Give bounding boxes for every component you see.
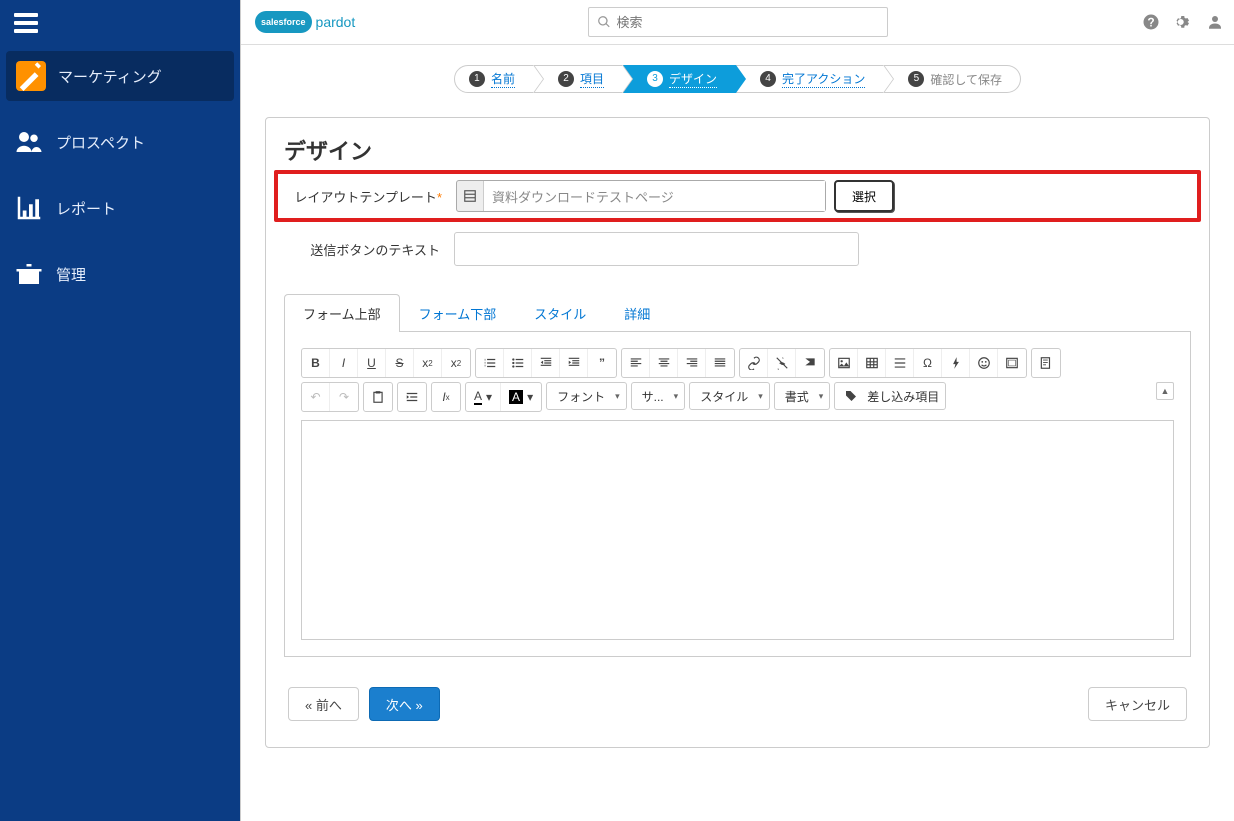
search-input[interactable] bbox=[617, 15, 879, 30]
next-button[interactable]: 次へ » bbox=[369, 687, 440, 721]
table-button[interactable] bbox=[858, 349, 886, 377]
editor-tabs: フォーム上部 フォーム下部 スタイル 詳細 bbox=[284, 294, 1191, 332]
wizard-steps: 1 名前 2 項目 3 デザイン 4 完了アクション 5 確認して保存 bbox=[265, 65, 1210, 93]
source-button[interactable] bbox=[1032, 349, 1060, 377]
sidebar-item-label: マーケティング bbox=[58, 66, 162, 87]
indent-line-button[interactable] bbox=[398, 383, 426, 411]
user-icon[interactable] bbox=[1206, 13, 1224, 31]
sidebar: マーケティング プロスペクト レポート 管理 bbox=[0, 0, 240, 821]
italic-button[interactable]: I bbox=[330, 349, 358, 377]
rich-text-editor: B I U S x2 x2 ” bbox=[284, 332, 1191, 657]
redo-button[interactable]: ↷ bbox=[330, 383, 358, 411]
page-title: デザイン bbox=[284, 134, 1191, 166]
underline-button[interactable]: U bbox=[358, 349, 386, 377]
submit-text-label: 送信ボタンのテキスト bbox=[310, 243, 440, 258]
sidebar-item-admin[interactable]: 管理 bbox=[0, 249, 240, 299]
step-name[interactable]: 1 名前 bbox=[454, 65, 534, 93]
merge-field-dropdown[interactable]: 差し込み項目 bbox=[834, 382, 946, 410]
image-button[interactable] bbox=[830, 349, 858, 377]
superscript-button[interactable]: x2 bbox=[442, 349, 470, 377]
layout-template-label: レイアウトテンプレート bbox=[294, 190, 437, 205]
special-char-button[interactable]: Ω bbox=[914, 349, 942, 377]
format-dropdown[interactable]: 書式▾ bbox=[774, 382, 831, 410]
strikethrough-button[interactable]: S bbox=[386, 349, 414, 377]
step-design[interactable]: 3 デザイン bbox=[623, 65, 736, 93]
editor-content-area[interactable] bbox=[301, 420, 1174, 640]
select-template-button[interactable]: 選択 bbox=[834, 180, 894, 212]
font-size-dropdown[interactable]: サ...▾ bbox=[631, 382, 686, 410]
toolbar-collapse-button[interactable]: ▲ bbox=[1156, 382, 1174, 400]
outdent-button[interactable] bbox=[532, 349, 560, 377]
step-completion-actions[interactable]: 4 完了アクション bbox=[736, 65, 884, 93]
cancel-button[interactable]: キャンセル bbox=[1088, 687, 1187, 721]
unlink-button[interactable] bbox=[768, 349, 796, 377]
sidebar-item-label: 管理 bbox=[56, 264, 86, 285]
menu-toggle-icon[interactable] bbox=[14, 13, 38, 33]
anchor-button[interactable] bbox=[796, 349, 824, 377]
layout-template-highlight: レイアウトテンプレート* 資料ダウンロードテストページ 選択 bbox=[274, 170, 1201, 222]
sidebar-item-label: プロスペクト bbox=[56, 132, 145, 153]
product-name: pardot bbox=[316, 14, 356, 30]
salesforce-cloud-logo: salesforce bbox=[255, 11, 312, 33]
numbered-list-button[interactable] bbox=[476, 349, 504, 377]
layout-template-field: 資料ダウンロードテストページ bbox=[456, 180, 826, 212]
embed-button[interactable] bbox=[942, 349, 970, 377]
font-family-dropdown[interactable]: フォント▾ bbox=[546, 382, 627, 410]
bold-button[interactable]: B bbox=[302, 349, 330, 377]
search-icon bbox=[597, 15, 611, 29]
indent-button[interactable] bbox=[560, 349, 588, 377]
tab-advanced[interactable]: 詳細 bbox=[605, 294, 669, 332]
subscript-button[interactable]: x2 bbox=[414, 349, 442, 377]
tab-style[interactable]: スタイル bbox=[515, 294, 605, 332]
bullet-list-button[interactable] bbox=[504, 349, 532, 377]
link-button[interactable] bbox=[740, 349, 768, 377]
design-panel: デザイン レイアウトテンプレート* 資料ダウンロードテストページ bbox=[265, 117, 1210, 748]
blockquote-button[interactable]: ” bbox=[588, 349, 616, 377]
style-dropdown[interactable]: スタイル▾ bbox=[689, 382, 770, 410]
bg-color-button[interactable]: A▾ bbox=[501, 383, 541, 411]
emoji-button[interactable] bbox=[970, 349, 998, 377]
layout-template-value: 資料ダウンロードテストページ bbox=[483, 181, 825, 211]
align-justify-button[interactable] bbox=[706, 349, 734, 377]
step-confirm-save: 5 確認して保存 bbox=[884, 65, 1021, 93]
briefcase-icon bbox=[14, 259, 44, 289]
people-icon bbox=[14, 127, 44, 157]
undo-button[interactable]: ↶ bbox=[302, 383, 330, 411]
sidebar-item-prospects[interactable]: プロスペクト bbox=[0, 117, 240, 167]
gear-icon[interactable] bbox=[1174, 13, 1192, 31]
tag-icon bbox=[845, 390, 857, 402]
chart-icon bbox=[14, 193, 44, 223]
wand-icon bbox=[16, 61, 46, 91]
sidebar-item-reports[interactable]: レポート bbox=[0, 183, 240, 233]
text-color-button[interactable]: A▾ bbox=[466, 383, 501, 411]
tab-form-bottom[interactable]: フォーム下部 bbox=[400, 294, 516, 332]
align-center-button[interactable] bbox=[650, 349, 678, 377]
template-icon bbox=[457, 189, 483, 203]
sidebar-item-label: レポート bbox=[56, 198, 116, 219]
step-fields[interactable]: 2 項目 bbox=[534, 65, 623, 93]
align-right-button[interactable] bbox=[678, 349, 706, 377]
help-icon[interactable] bbox=[1142, 13, 1160, 31]
iframe-button[interactable] bbox=[998, 349, 1026, 377]
remove-format-button[interactable]: Ix bbox=[432, 383, 460, 411]
tab-form-top[interactable]: フォーム上部 bbox=[284, 294, 400, 332]
search-input-wrapper[interactable] bbox=[588, 7, 888, 37]
paste-button[interactable] bbox=[364, 383, 392, 411]
sidebar-item-marketing[interactable]: マーケティング bbox=[6, 51, 234, 101]
submit-text-input[interactable] bbox=[454, 232, 859, 266]
horizontal-rule-button[interactable] bbox=[886, 349, 914, 377]
prev-button[interactable]: « 前へ bbox=[288, 687, 359, 721]
logo: salesforce pardot bbox=[255, 11, 355, 33]
align-left-button[interactable] bbox=[622, 349, 650, 377]
topbar: salesforce pardot bbox=[241, 0, 1234, 45]
